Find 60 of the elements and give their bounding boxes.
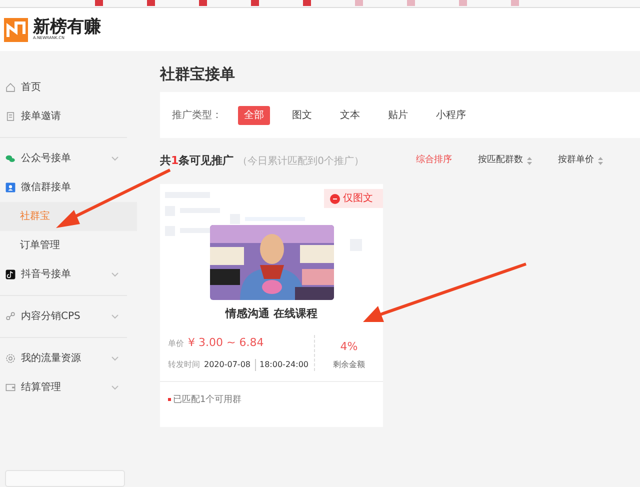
filter-option[interactable]: 贴片 <box>382 106 414 124</box>
filter-option[interactable]: 全部 <box>238 106 270 124</box>
filter-option[interactable]: 小程序 <box>430 106 472 124</box>
sidebar-item[interactable]: 公众号接单 <box>0 144 127 173</box>
course-title: 情感沟通 在线课程 <box>224 306 318 322</box>
tag-icon <box>330 194 340 204</box>
sidebar-item-label: 抖音号接单 <box>21 268 71 282</box>
sidebar-subitem[interactable]: 订单管理 <box>0 231 137 260</box>
filter-option[interactable]: 文本 <box>334 106 366 124</box>
promotion-card[interactable]: 仅图文 情感沟通 在线课程 单价 ¥ 3.00 ~ 6.84 转发时间 2020-07-08 18:00-24:00 4% 剩余金额 已匹配1个可用群 <box>160 184 383 427</box>
time-label: 转发时间 <box>168 359 200 371</box>
sidebar-item-label: 结算管理 <box>21 380 61 395</box>
bookmark-icon[interactable] <box>251 0 259 6</box>
wallet-icon <box>5 382 16 393</box>
sidebar-item[interactable]: 内容分销CPS <box>0 302 127 331</box>
sidebar-item-label: 内容分销CPS <box>21 310 80 324</box>
share-icon <box>5 311 16 322</box>
home-icon <box>5 82 16 93</box>
sidebar-item-label: 公众号接单 <box>21 152 71 166</box>
sidebar-item[interactable]: 微信群接单 <box>0 173 127 202</box>
sidebar-item-label: 接单邀请 <box>21 110 61 124</box>
price-range: ¥ 3.00 ~ 6.84 <box>188 336 264 348</box>
chat-bubbles-icon <box>5 153 16 164</box>
sidebar-item[interactable]: 我的流量资源 <box>0 344 127 373</box>
remaining-percent: 4% <box>339 338 359 354</box>
sort-option[interactable]: 按群单价 <box>558 154 604 168</box>
bookmark-icon[interactable] <box>303 0 311 6</box>
logo-icon <box>4 18 28 42</box>
brand-name: 新榜有赚 <box>33 19 101 36</box>
sidebar-item-label: 我的流量资源 <box>21 352 81 366</box>
sort-option[interactable]: 综合排序 <box>416 154 452 168</box>
result-count: 共1条可见推广 <box>160 152 234 169</box>
bookmark-icon[interactable] <box>355 0 363 6</box>
match-status: 已匹配1个可用群 <box>160 394 242 408</box>
filter-label: 推广类型： <box>172 108 222 122</box>
price-label: 单价 <box>168 338 184 348</box>
bookmark-icon[interactable] <box>407 0 415 6</box>
sidebar-item-label: 首页 <box>21 81 41 95</box>
filter-option[interactable]: 图文 <box>286 106 318 124</box>
music-note-icon <box>5 269 16 280</box>
clipboard-icon <box>5 111 16 122</box>
sidebar-item[interactable]: 接单邀请 <box>0 102 127 131</box>
page-title: 社群宝接单 <box>160 65 236 83</box>
gear-icon <box>5 353 16 364</box>
sidebar-item[interactable]: 首页 <box>0 73 127 102</box>
remaining-label: 剩余金额 <box>332 359 366 371</box>
sidebar-item[interactable]: 抖音号接单 <box>0 260 127 289</box>
bookmark-icon[interactable] <box>147 0 155 6</box>
contact-card-icon <box>5 182 16 193</box>
time-range: 18:00-24:00 <box>254 359 308 371</box>
bookmark-icon[interactable] <box>199 0 207 6</box>
match-note: （今日累计匹配到0个推广） <box>238 154 364 168</box>
sidebar-item-label: 微信群接单 <box>21 180 71 195</box>
sort-option[interactable]: 按匹配群数 <box>478 154 532 168</box>
bookmark-icon[interactable] <box>95 0 103 6</box>
format-tag: 仅图文 <box>324 189 383 208</box>
sidebar-item[interactable]: 结算管理 <box>0 373 127 402</box>
bookmark-icon[interactable] <box>511 0 519 6</box>
bookmark-icon[interactable] <box>459 0 467 6</box>
publish-date: 2020-07-08 <box>204 359 250 371</box>
